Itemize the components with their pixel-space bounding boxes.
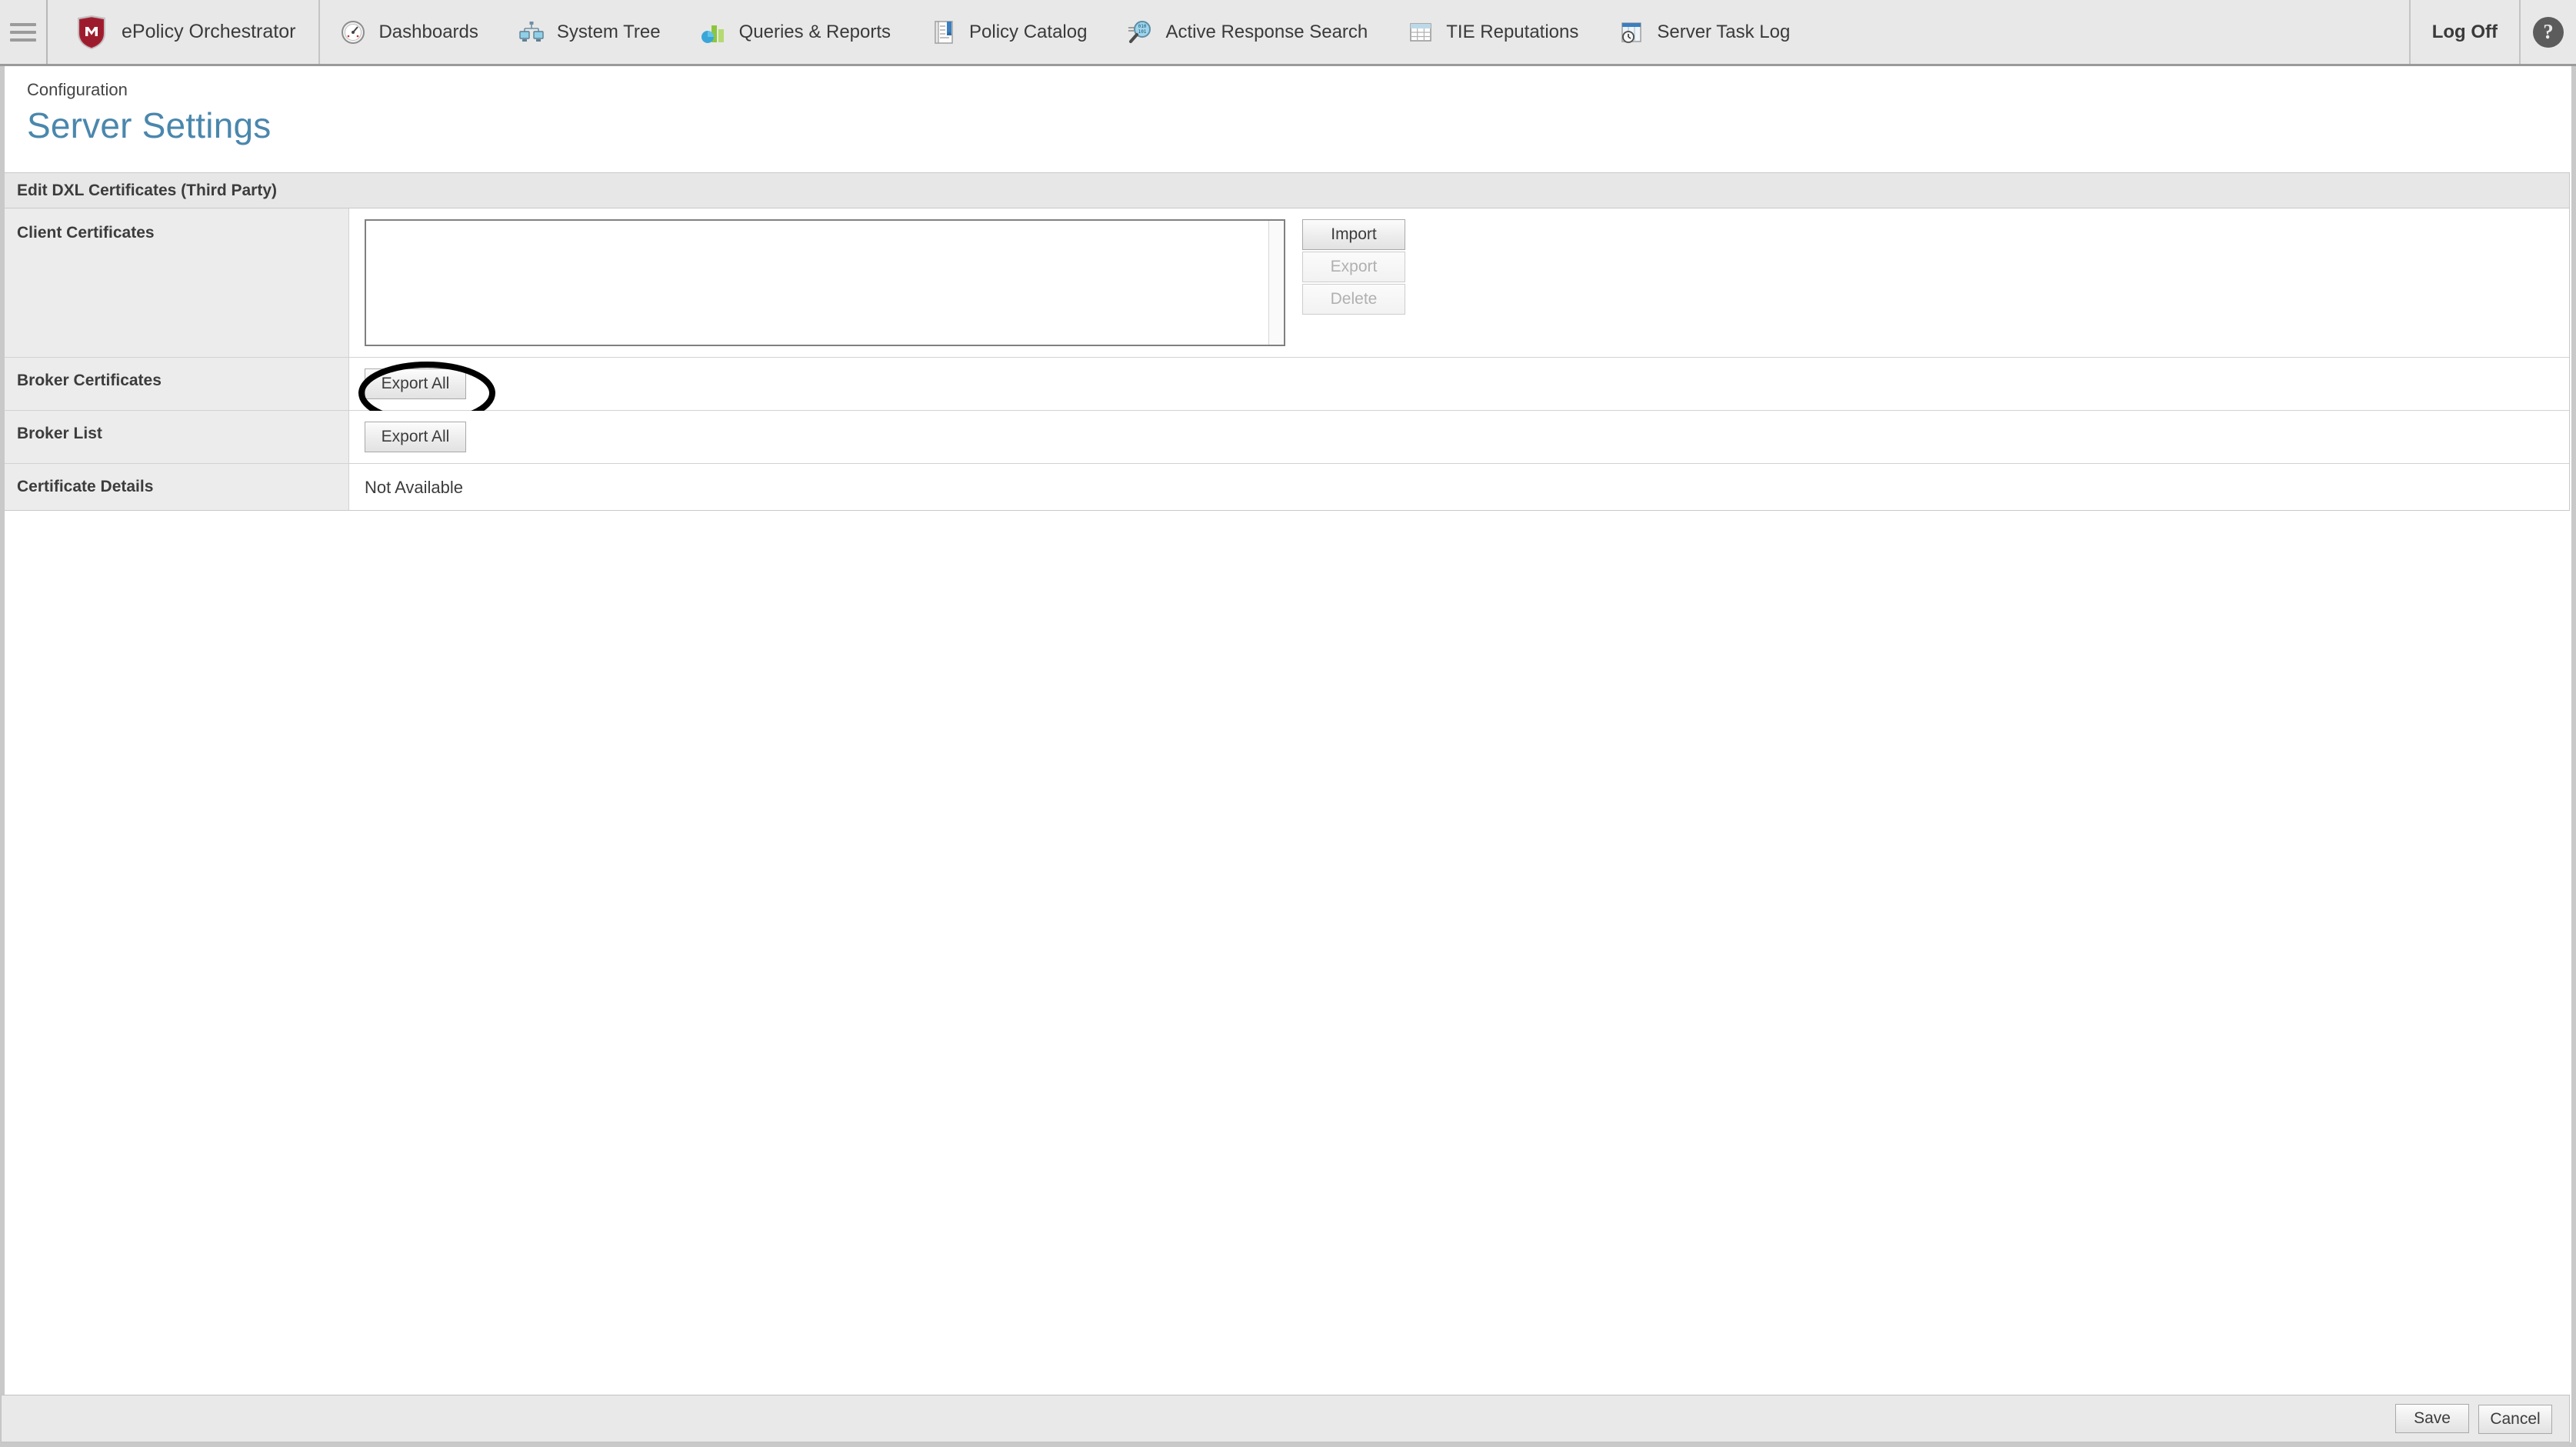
svg-text:010: 010 xyxy=(1138,24,1147,29)
magnifier-binary-icon: 010 101 xyxy=(1127,19,1153,45)
network-tree-icon xyxy=(518,19,545,45)
nav-item-system-tree[interactable]: System Tree xyxy=(498,0,681,64)
mcafee-shield-icon xyxy=(75,15,108,50)
form-row-client-certificates: Client Certificates Import Export Delete xyxy=(2,208,2569,358)
broker-list-export-all-button[interactable]: Export All xyxy=(365,422,466,452)
client-certificates-button-stack: Import Export Delete xyxy=(1302,219,1405,315)
log-off-label: Log Off xyxy=(2432,22,2498,43)
top-navigation-bar: ePolicy Orchestrator Dashboards xyxy=(0,0,2576,66)
delete-button: Delete xyxy=(1302,284,1405,315)
hamburger-icon xyxy=(10,23,36,42)
export-button: Export xyxy=(1302,252,1405,282)
svg-text:101: 101 xyxy=(1138,29,1147,35)
client-certificates-listbox[interactable] xyxy=(365,219,1285,346)
broker-certificates-export-all-button[interactable]: Export All xyxy=(365,368,466,399)
nav-label: Server Task Log xyxy=(1657,22,1790,43)
notebook-icon xyxy=(931,19,957,45)
nav-label: Dashboards xyxy=(378,22,478,43)
brand-title: ePolicy Orchestrator xyxy=(122,21,295,43)
nav-label: TIE Reputations xyxy=(1446,22,1578,43)
form-action-bar: Save Cancel xyxy=(1,1395,2570,1442)
nav-label: Active Response Search xyxy=(1165,22,1368,43)
nav-item-active-response-search[interactable]: 010 101 Active Response Search xyxy=(1107,0,1388,64)
row-label: Broker List xyxy=(2,411,349,463)
nav-label: Queries & Reports xyxy=(739,22,891,43)
nav-item-server-task-log[interactable]: Server Task Log xyxy=(1598,0,1810,64)
row-value: Export All xyxy=(349,358,2569,410)
row-value: Not Available xyxy=(349,464,2569,510)
row-value: Import Export Delete xyxy=(349,208,2569,357)
nav-item-dashboards[interactable]: Dashboards xyxy=(320,0,498,64)
nav-label: System Tree xyxy=(557,22,661,43)
page-header: Configuration Server Settings xyxy=(0,66,2576,146)
breadcrumb: Configuration xyxy=(0,66,2576,100)
save-button[interactable]: Save xyxy=(2395,1404,2469,1433)
form-row-broker-certificates: Broker Certificates Export All xyxy=(2,358,2569,411)
row-value: Export All xyxy=(349,411,2569,463)
brand-home-link[interactable]: ePolicy Orchestrator xyxy=(48,0,320,64)
help-icon: ? xyxy=(2533,17,2564,48)
page-title: Server Settings xyxy=(0,100,2576,146)
nav-label: Policy Catalog xyxy=(969,22,1087,43)
nav-item-policy-catalog[interactable]: Policy Catalog xyxy=(911,0,1107,64)
cancel-button[interactable]: Cancel xyxy=(2478,1405,2552,1434)
form-row-certificate-details: Certificate Details Not Available xyxy=(2,464,2569,510)
client-certificates-listbox-wrapper xyxy=(365,219,1285,346)
clock-calendar-icon xyxy=(1618,19,1645,45)
certificate-details-value: Not Available xyxy=(365,475,2569,498)
listbox-scrollbar[interactable] xyxy=(1268,221,1284,345)
form-row-broker-list: Broker List Export All xyxy=(2,411,2569,464)
log-off-button[interactable]: Log Off xyxy=(2409,0,2519,64)
row-label: Client Certificates xyxy=(2,208,349,357)
bar-chart-icon xyxy=(701,19,727,45)
gauge-icon xyxy=(340,19,366,45)
nav-item-tie-reputations[interactable]: TIE Reputations xyxy=(1388,0,1598,64)
primary-nav-list: Dashboards System Tree xyxy=(320,0,2408,64)
menu-toggle-button[interactable] xyxy=(0,0,48,64)
help-button[interactable]: ? xyxy=(2519,0,2576,64)
panel-header: Edit DXL Certificates (Third Party) xyxy=(2,173,2569,208)
table-grid-icon xyxy=(1408,19,1434,45)
row-label: Broker Certificates xyxy=(2,358,349,410)
edit-dxl-certificates-panel: Edit DXL Certificates (Third Party) Clie… xyxy=(1,172,2570,511)
import-button[interactable]: Import xyxy=(1302,219,1405,250)
nav-item-queries-reports[interactable]: Queries & Reports xyxy=(681,0,911,64)
row-label: Certificate Details xyxy=(2,464,349,510)
